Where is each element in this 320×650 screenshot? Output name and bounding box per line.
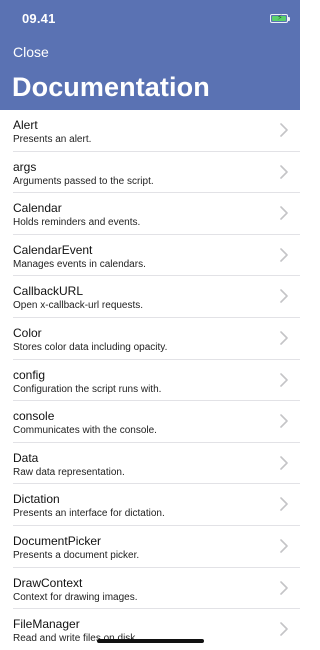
list-item[interactable]: config Configuration the script runs wit… [0, 360, 300, 402]
documentation-list: Alert Presents an alert. args Arguments … [0, 110, 300, 650]
chevron-right-icon [280, 497, 288, 512]
item-title: Calendar [13, 201, 62, 216]
battery-icon: ⚡ [270, 13, 290, 23]
list-item[interactable]: Data Raw data representation. [0, 443, 300, 485]
list-item[interactable]: args Arguments passed to the script. [0, 152, 300, 194]
item-subtitle: Manages events in calendars. [13, 258, 146, 270]
item-subtitle: Raw data representation. [13, 466, 125, 478]
list-item[interactable]: Color Stores color data including opacit… [0, 318, 300, 360]
item-subtitle: Presents an alert. [13, 134, 92, 145]
list-item[interactable]: Alert Presents an alert. [0, 110, 300, 152]
item-title: FileManager [13, 617, 80, 632]
item-title: Data [13, 450, 39, 465]
chevron-right-icon [280, 580, 288, 595]
item-title: Dictation [13, 492, 60, 507]
chevron-right-icon [280, 455, 288, 470]
item-title: CalendarEvent [13, 242, 93, 257]
chevron-right-icon [280, 372, 288, 387]
chevron-right-icon [280, 206, 288, 220]
item-title: console [13, 409, 55, 424]
item-subtitle: Holds reminders and events. [13, 217, 141, 229]
item-title: config [13, 367, 46, 382]
item-subtitle: Arguments passed to the script. [13, 175, 154, 187]
item-title: CallbackURL [13, 284, 84, 299]
item-subtitle: Configuration the script runs with. [13, 383, 162, 395]
list-item[interactable]: DrawContext Context for drawing images. [0, 568, 300, 610]
list-item[interactable]: CalendarEvent Manages events in calendar… [0, 235, 300, 277]
chevron-right-icon [280, 123, 288, 137]
chevron-right-icon [280, 289, 288, 304]
list-item[interactable]: Calendar Holds reminders and events. [0, 193, 300, 235]
list-item[interactable]: console Communicates with the console. [0, 401, 300, 443]
item-title: Alert [13, 118, 38, 132]
chevron-right-icon [280, 414, 288, 428]
home-indicator[interactable] [97, 639, 204, 643]
item-subtitle: Presents an interface for dictation. [13, 508, 165, 520]
item-subtitle: Presents a document picker. [13, 549, 140, 561]
item-title: args [13, 159, 37, 174]
chevron-right-icon [280, 331, 288, 345]
item-title: DocumentPicker [13, 533, 102, 548]
list-item[interactable]: FileManager Read and write files on disk… [0, 609, 300, 650]
close-button[interactable]: Close [13, 44, 49, 60]
item-subtitle: Context for drawing images. [13, 591, 138, 603]
chevron-right-icon [280, 164, 288, 179]
chevron-right-icon [280, 539, 288, 553]
list-item[interactable]: DocumentPicker Presents a document picke… [0, 526, 300, 568]
list-item[interactable]: Dictation Presents an interface for dict… [0, 484, 300, 526]
item-subtitle: Open x-callback-url requests. [13, 300, 144, 312]
status-time: 09.41 [22, 11, 56, 26]
item-title: DrawContext [13, 575, 83, 590]
navigation-header: 09.41 ⚡ Close Documentation [0, 0, 300, 110]
list-item[interactable]: CallbackURL Open x-callback-url requests… [0, 276, 300, 318]
page-title: Documentation [12, 72, 210, 102]
item-title: Color [13, 325, 42, 340]
item-subtitle: Stores color data including opacity. [13, 341, 168, 353]
item-subtitle: Communicates with the console. [13, 425, 157, 437]
status-bar: 09.41 ⚡ [0, 0, 300, 36]
chevron-right-icon [280, 622, 288, 636]
chevron-right-icon [280, 247, 288, 262]
